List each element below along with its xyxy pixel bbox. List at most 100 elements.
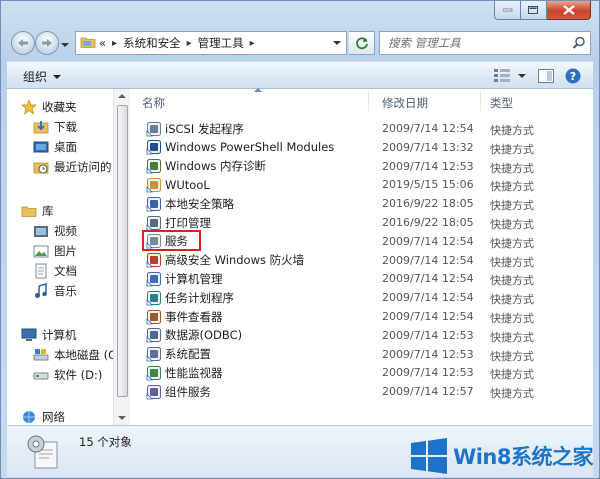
sidebar-item-label: 库 [42,204,54,218]
minimize-button[interactable] [494,1,521,20]
breadcrumb-separator[interactable]: ▸ [112,38,117,49]
scroll-up-icon[interactable] [118,94,126,98]
svg-text:?: ? [570,70,576,83]
column-separator[interactable] [480,91,481,111]
file-name: 事件查看器 [165,309,223,324]
event-viewer-icon [146,309,162,325]
sidebar-item-drive-d[interactable]: 软件 (D:) [33,365,102,385]
component-services-icon [146,384,162,400]
file-modified-date: 2009/7/14 12:54 [382,310,474,323]
computer-management-icon [146,271,162,287]
sidebar-item-desktop[interactable]: 桌面 [33,137,77,157]
folder-icon [80,35,96,52]
address-bar[interactable]: « ▸ 系统和安全 ▸ 管理工具 ▸ [75,31,347,55]
file-row[interactable]: 打印管理 [146,213,211,232]
powershell-icon [146,139,162,155]
sidebar-item-recent-places[interactable]: 最近访问的 [33,157,112,177]
sidebar-item-documents[interactable]: 文档 [33,261,77,281]
file-row[interactable]: Windows PowerShell Modules [146,138,334,157]
file-type: 快捷方式 [490,236,534,250]
sidebar-item-downloads[interactable]: 下载 [33,117,77,137]
file-row[interactable]: 组件服务 [146,382,211,401]
file-row[interactable]: 任务计划程序 [146,288,234,307]
sidebar-item-label: 文档 [54,264,77,278]
chevron-down-icon [53,74,62,79]
close-button[interactable] [547,1,591,20]
preview-pane-button[interactable] [531,66,561,86]
sidebar-item-drive-c[interactable]: 本地磁盘 (C [33,345,113,365]
services-icon [146,233,162,249]
firewall-icon [146,252,162,268]
file-row[interactable]: 本地安全策略 [146,194,234,213]
file-name: 数据源(ODBC) [165,328,243,343]
search-input[interactable]: 搜索 管理工具 [379,31,591,55]
file-row[interactable]: 数据源(ODBC) [146,326,242,345]
forward-button[interactable] [35,31,59,55]
address-dropdown[interactable] [330,35,344,51]
sidebar-item-label: 计算机 [42,328,77,342]
print-management-icon [146,215,162,231]
file-row[interactable]: 性能监视器 [146,363,223,382]
navigation-pane-scrollbar[interactable] [113,89,130,425]
file-row[interactable]: 高级安全 Windows 防火墙 [146,251,304,270]
breadcrumb-overflow[interactable]: « [99,36,106,50]
sidebar-item-network[interactable]: 网络 [21,407,65,425]
file-name: iSCSI 发起程序 [165,121,244,136]
chevron-down-icon [518,74,526,78]
breadcrumb-separator[interactable]: ▸ [187,38,192,49]
file-row[interactable]: 系统配置 [146,345,211,364]
column-header-name[interactable]: 名称 [142,95,165,111]
column-header-type[interactable]: 类型 [490,95,513,111]
caption-buttons [494,1,591,21]
file-type: 快捷方式 [490,255,534,269]
close-icon [562,5,575,15]
file-row[interactable]: 事件查看器 [146,307,223,326]
sidebar-item-libraries[interactable]: 库 [21,201,54,221]
task-scheduler-icon [146,290,162,306]
organize-menu-button[interactable]: 组织 [23,68,62,85]
file-name: Windows PowerShell Modules [165,140,335,155]
column-headers: 名称 修改日期 类型 [130,88,593,113]
admin-tools-icon [25,432,65,475]
breadcrumb-item[interactable]: 管理工具 [198,35,244,51]
view-options-dropdown[interactable] [513,66,531,86]
preview-pane-icon [538,69,554,83]
file-modified-date: 2009/7/14 13:32 [382,140,474,154]
column-header-modified[interactable]: 修改日期 [382,95,428,111]
file-modified-date: 2009/7/14 12:54 [382,272,474,286]
explorer-window: « ▸ 系统和安全 ▸ 管理工具 ▸ 搜索 管理工具 组织 ? 收藏夹 下载 桌… [0,0,600,479]
sidebar-item-computer[interactable]: 计算机 [21,325,77,345]
file-row[interactable]: 计算机管理 [146,269,223,288]
maximize-button[interactable] [521,1,547,20]
file-name: 打印管理 [165,215,211,230]
file-type: 快捷方式 [490,312,534,325]
file-type: 快捷方式 [490,180,534,194]
file-name: Windows 内存诊断 [165,159,266,174]
recent-pages-dropdown[interactable] [61,37,71,47]
sidebar-item-music[interactable]: 音乐 [33,281,77,301]
scrollbar-thumb[interactable] [117,105,128,397]
file-row[interactable]: iSCSI 发起程序 [146,119,244,138]
scroll-down-icon[interactable] [118,416,126,420]
sidebar-item-favorites[interactable]: 收藏夹 [21,97,77,117]
file-row[interactable]: WUtooL [146,175,210,194]
refresh-button[interactable] [349,31,375,55]
file-row[interactable]: 服务 [146,232,188,251]
toolbar-view-controls: ? [491,66,585,86]
content-area: 收藏夹 下载 桌面 最近访问的 库 视频 图片 文档 音乐 计算机 本地磁盘 (… [7,88,593,425]
search-icon[interactable] [572,36,586,53]
change-view-button[interactable] [491,66,513,86]
sidebar-item-label: 网络 [42,410,65,424]
pictures-icon [33,243,49,259]
file-row[interactable]: Windows 内存诊断 [146,157,266,176]
back-button[interactable] [11,31,35,55]
sidebar-item-videos[interactable]: 视频 [33,221,77,241]
sidebar-item-pictures[interactable]: 图片 [33,241,77,261]
help-button[interactable]: ? [561,66,585,86]
breadcrumb-item[interactable]: 系统和安全 [123,35,181,51]
performance-monitor-icon [146,365,162,381]
breadcrumb-separator[interactable]: ▸ [250,38,255,49]
file-type: 快捷方式 [490,218,534,231]
watermark: Win8系统之家 [411,438,593,474]
column-separator[interactable] [368,91,369,111]
